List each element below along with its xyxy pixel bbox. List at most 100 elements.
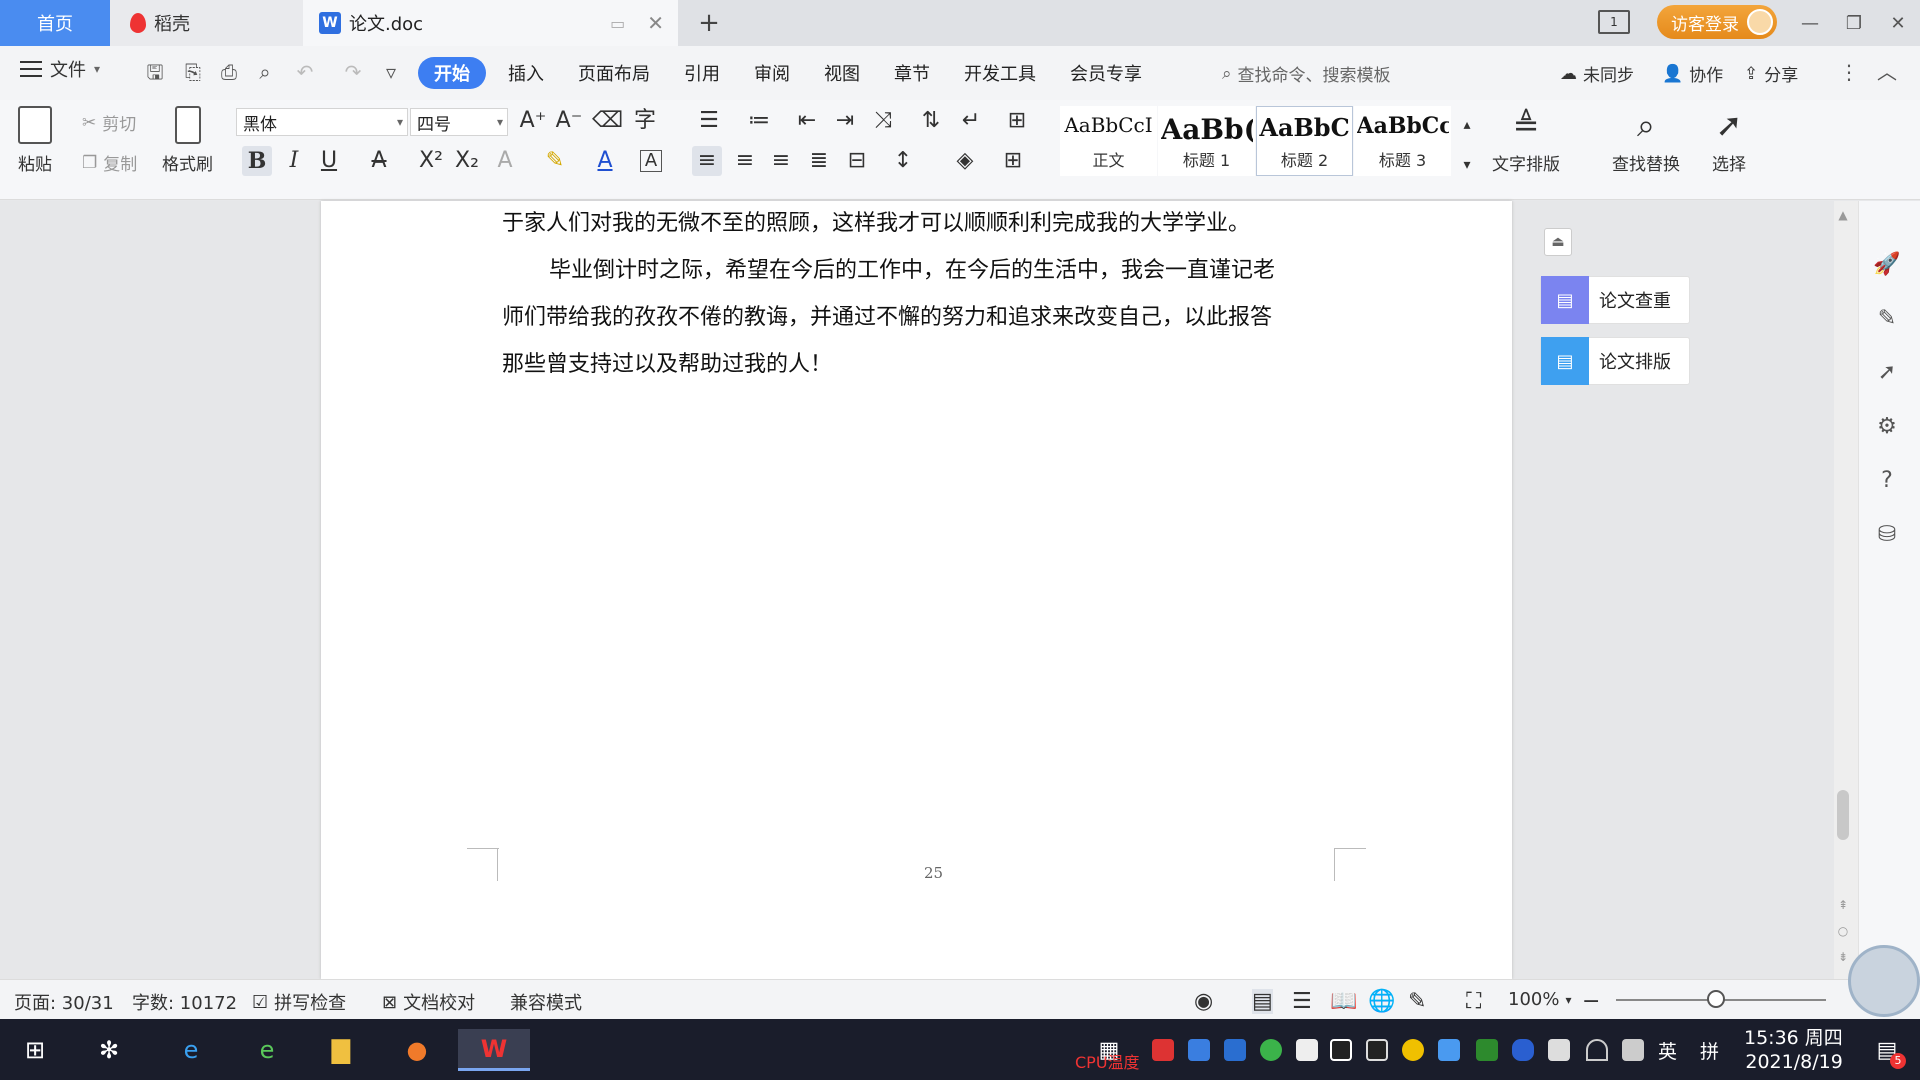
align-center-icon[interactable]: ≡ xyxy=(730,146,760,176)
justify-icon[interactable]: ≣ xyxy=(804,146,834,176)
sort-icon[interactable]: ⇅ xyxy=(916,106,946,136)
minimize-icon[interactable]: — xyxy=(1788,13,1832,34)
style-card[interactable]: AaBbCcl 标题 3 xyxy=(1354,106,1451,176)
wifi-icon[interactable] xyxy=(1586,1039,1608,1061)
pinwheel-app-icon[interactable]: ✻ xyxy=(88,1029,130,1071)
underline-icon[interactable]: U xyxy=(314,146,344,176)
close-tab-icon[interactable]: ✕ xyxy=(647,11,664,35)
window-layout-icon[interactable]: 1 xyxy=(1598,10,1630,34)
eye-protection-icon[interactable]: ◉ xyxy=(1194,989,1213,1014)
style-card[interactable]: AaBbCcI 正文 xyxy=(1060,106,1157,176)
reading-view-icon[interactable]: 📖 xyxy=(1330,989,1357,1014)
print-preview-icon[interactable]: ⌕ xyxy=(252,59,278,85)
superscript-icon[interactable]: X² xyxy=(416,146,446,176)
chinese-layout-icon[interactable]: ⤨ xyxy=(868,106,898,136)
tray-network-app-icon[interactable] xyxy=(1188,1039,1210,1061)
tab-home[interactable]: 首页 xyxy=(0,0,110,46)
file-menu[interactable]: 文件 ▾ xyxy=(20,56,100,82)
doc-line[interactable]: 那些曾支持过以及帮助过我的人！ xyxy=(502,341,832,388)
tab-1[interactable]: 插入 xyxy=(496,57,556,89)
tab-8[interactable]: 会员专享 xyxy=(1058,57,1154,89)
bell-icon[interactable] xyxy=(1296,1039,1318,1061)
tray-360-icon[interactable] xyxy=(1260,1039,1282,1061)
show-marks-icon[interactable]: ↵ xyxy=(956,106,986,136)
volume-icon[interactable] xyxy=(1622,1039,1644,1061)
panel-collapse-icon[interactable]: ⏏ xyxy=(1544,228,1572,256)
tab-4[interactable]: 审阅 xyxy=(742,57,802,89)
web-view-icon[interactable]: 🌐 xyxy=(1368,989,1395,1014)
ime-indicator[interactable]: 拼 xyxy=(1700,1037,1719,1064)
indent-icon[interactable]: ⇥ xyxy=(830,106,860,136)
share-button[interactable]: ⇪ 分享 xyxy=(1744,61,1798,87)
style-card[interactable]: AaBb(标题 1 xyxy=(1158,106,1255,176)
collab-button[interactable]: 👤 协作 xyxy=(1662,61,1723,87)
tab-3[interactable]: 引用 xyxy=(672,57,732,89)
save-icon[interactable]: 🖫 xyxy=(142,59,168,85)
italic-icon[interactable]: I xyxy=(279,146,309,176)
spell-check-button[interactable]: ☑ 拼写检查 xyxy=(252,989,346,1015)
customize-icon[interactable]: ▿ xyxy=(378,59,404,85)
bullet-list-icon[interactable]: ☰ xyxy=(694,106,724,136)
strikethrough-icon[interactable]: A xyxy=(364,146,394,176)
word-count[interactable]: 字数: 10172 xyxy=(132,989,237,1015)
wps-taskbar-icon[interactable]: W xyxy=(458,1029,530,1071)
borders-icon[interactable]: ⊞ xyxy=(998,146,1028,176)
format-painter-button[interactable]: 格式刷 xyxy=(162,106,213,175)
tab-stops-icon[interactable]: ⊞ xyxy=(1002,106,1032,136)
grow-font-icon[interactable]: A⁺ xyxy=(518,106,548,136)
scroll-up-icon[interactable]: ▲ xyxy=(1828,200,1858,230)
command-search[interactable]: ⌕ 查找命令、搜索模板 xyxy=(1222,61,1391,87)
vertical-scrollbar[interactable] xyxy=(1834,201,1858,979)
highlight-icon[interactable]: ✎ xyxy=(540,146,570,176)
proofread-button[interactable]: ⊠ 文档校对 xyxy=(382,989,475,1015)
select-button[interactable]: ➚ 选择 xyxy=(1712,106,1746,175)
scrollbar-thumb[interactable] xyxy=(1837,790,1849,840)
close-window-icon[interactable]: ✕ xyxy=(1876,13,1920,34)
zoom-slider-knob[interactable] xyxy=(1707,990,1725,1008)
qq-icon[interactable] xyxy=(1330,1039,1352,1061)
outline-view-icon[interactable]: ☰ xyxy=(1292,989,1312,1014)
paper-layout-button[interactable]: ▤ 论文排版 xyxy=(1540,337,1690,385)
tray-plus-icon[interactable] xyxy=(1402,1039,1424,1061)
monitor-icon[interactable]: ▭ xyxy=(610,14,625,33)
distribute-icon[interactable]: ⊟ xyxy=(842,146,872,176)
font-name-select[interactable]: 黑体 xyxy=(236,108,408,136)
page-view-icon[interactable]: ▤ xyxy=(1252,989,1273,1014)
tab-7[interactable]: 开发工具 xyxy=(952,57,1048,89)
login-button[interactable]: 访客登录 xyxy=(1657,5,1777,39)
font-size-select[interactable]: 四号 xyxy=(410,108,508,136)
game-app-icon[interactable]: ● xyxy=(396,1029,438,1071)
windows-start-icon[interactable]: ⊞ xyxy=(14,1029,56,1071)
doc-line[interactable]: 师们带给我的孜孜不倦的教诲，并通过不懈的努力和追求来改变自己，以此报答 xyxy=(502,294,1272,341)
zoom-select[interactable]: 100% ▾ xyxy=(1508,989,1572,1010)
doc-line[interactable]: 毕业倒计时之际，希望在今后的工作中，在今后的生活中，我会一直谨记老 xyxy=(549,247,1275,294)
tray-bluebox-icon[interactable] xyxy=(1438,1039,1460,1061)
more-icon[interactable]: ⋮ xyxy=(1836,59,1862,85)
paste-button[interactable]: 粘贴 xyxy=(18,106,52,175)
align-right-icon[interactable]: ≡ xyxy=(766,146,796,176)
new-tab-button[interactable]: + xyxy=(692,6,726,40)
undo-icon[interactable]: ↶ xyxy=(292,59,318,85)
doc-line[interactable]: 于家人们对我的无微不至的照顾，这样我才可以顺顺利利完成我的大学学业。 xyxy=(502,200,1250,247)
text-layout-button[interactable]: ≜ 文字排版 xyxy=(1492,106,1560,175)
paper-check-button[interactable]: ▤ 论文查重 xyxy=(1540,276,1690,324)
restore-icon[interactable]: ❐ xyxy=(1832,13,1876,34)
browser-360-icon[interactable]: e xyxy=(246,1029,288,1071)
system-clock[interactable]: 15:36 周四 2021/8/19 xyxy=(1744,1026,1843,1074)
bold-icon[interactable]: B xyxy=(242,146,272,176)
shield-icon[interactable] xyxy=(1224,1039,1246,1061)
sync-button[interactable]: ☁ 未同步 xyxy=(1560,61,1634,87)
pointer-icon[interactable]: ➚ xyxy=(1872,358,1902,388)
outdent-icon[interactable]: ⇤ xyxy=(792,106,822,136)
style-more-icon[interactable]: ▾ xyxy=(1452,150,1482,180)
assistant-bot-icon[interactable] xyxy=(1848,945,1920,1017)
phonetic-icon[interactable]: 字 xyxy=(630,106,660,136)
find-replace-button[interactable]: ⌕ 查找替换 xyxy=(1612,106,1680,175)
ie-browser-icon[interactable]: e xyxy=(170,1029,212,1071)
print-icon[interactable]: ⎙ xyxy=(216,59,242,85)
char-border-icon[interactable]: A xyxy=(640,150,662,172)
style-scroll-up-icon[interactable]: ▴ xyxy=(1452,110,1482,140)
shading-icon[interactable]: ◈ xyxy=(950,146,980,176)
collapse-ribbon-icon[interactable]: ︿ xyxy=(1874,59,1900,85)
nvidia-icon[interactable] xyxy=(1476,1039,1498,1061)
